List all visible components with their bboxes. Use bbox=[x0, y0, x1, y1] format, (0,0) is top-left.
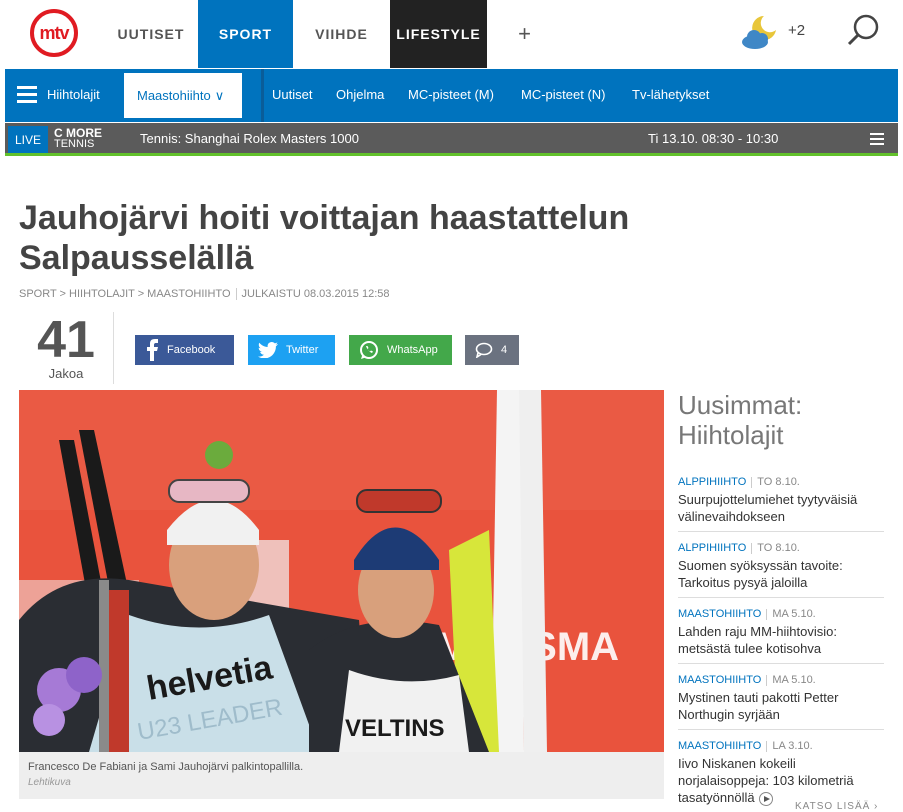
item-headline[interactable]: Mystinen tauti pakotti Petter Northugin … bbox=[678, 689, 884, 723]
item-headline[interactable]: Lahden raju MM-hiihtovisio: metsästä tul… bbox=[678, 623, 884, 657]
share-label: Jakoa bbox=[48, 366, 84, 381]
whatsapp-icon bbox=[360, 341, 378, 359]
list-item[interactable]: ALPPIHIIHTO TO 8.10. Suomen syöksyssän ta… bbox=[678, 532, 884, 598]
photo-credit: Lehtikuva bbox=[28, 777, 71, 788]
photo-caption: Francesco De Fabiani ja Sami Jauhojärvi … bbox=[19, 752, 664, 799]
section-label[interactable]: Hiihtolajit bbox=[47, 87, 100, 102]
item-date: TO 8.10. bbox=[746, 476, 800, 488]
bib-text-right: VELTINS bbox=[345, 715, 445, 742]
article-title: Jauhojärvi hoiti voittajan haastattelun … bbox=[19, 199, 630, 277]
subnav-link-mc-m[interactable]: MC-pisteet (M) bbox=[408, 87, 494, 102]
article-meta: SPORT > HIIHTOLAJIT > MAASTOHIIHTO JULKAI… bbox=[19, 288, 390, 301]
hamburger-menu-icon[interactable] bbox=[17, 86, 37, 107]
latest-sidebar: Uusimmat: Hiihtolajit ALPPIHIIHTO TO 8.10… bbox=[678, 390, 884, 812]
subnav-link-ohjelma[interactable]: Ohjelma bbox=[336, 87, 384, 102]
divider bbox=[261, 69, 264, 122]
comment-bubble-icon bbox=[475, 342, 493, 358]
facebook-icon bbox=[147, 339, 158, 361]
item-date: MA 5.10. bbox=[761, 674, 815, 686]
item-date: LA 3.10. bbox=[761, 740, 812, 752]
facebook-label: Facebook bbox=[167, 344, 216, 356]
nav-more-button[interactable]: + bbox=[505, 0, 545, 68]
facebook-share-button[interactable]: Facebook bbox=[135, 335, 234, 365]
item-category[interactable]: MAASTOHIIHTO bbox=[678, 740, 761, 752]
whatsapp-share-button[interactable]: WhatsApp bbox=[349, 335, 452, 365]
see-more-link[interactable]: KATSO LISÄÄ › bbox=[795, 801, 878, 812]
list-item[interactable]: ALPPIHIIHTO TO 8.10. Suurpujottelumiehet … bbox=[678, 466, 884, 532]
subnav-link-mc-n[interactable]: MC-pisteet (N) bbox=[521, 87, 606, 102]
breadcrumb[interactable]: SPORT > HIIHTOLAJIT > MAASTOHIIHTO bbox=[19, 288, 231, 300]
item-headline[interactable]: Suomen syöksyssän tavoite: Tarkoitus pys… bbox=[678, 557, 884, 591]
twitter-icon bbox=[258, 342, 278, 358]
podium-photo: VIESSMA helvetia U23 LEADER VELTINS bbox=[19, 390, 664, 752]
comments-button[interactable]: 4 bbox=[465, 335, 519, 365]
item-headline[interactable]: Suurpujottelumiehet tyytyväisiä välineva… bbox=[678, 491, 884, 525]
logo-text: mtv bbox=[39, 22, 69, 43]
subnav-link-uutiset[interactable]: Uutiset bbox=[272, 87, 312, 102]
item-headline[interactable]: Iivo Niskanen kokeili norjalaisoppeja: 1… bbox=[678, 755, 884, 806]
divider bbox=[113, 312, 114, 384]
ticker-menu-icon[interactable] bbox=[870, 133, 884, 148]
article-photo[interactable]: VIESSMA helvetia U23 LEADER VELTINS bbox=[19, 390, 664, 752]
published-date: JULKAISTU 08.03.2015 12:58 bbox=[241, 288, 390, 300]
twitter-label: Twitter bbox=[286, 344, 319, 356]
item-category[interactable]: ALPPIHIIHTO bbox=[678, 542, 746, 554]
share-count: 41 Jakoa bbox=[20, 314, 112, 381]
temperature: +2 bbox=[788, 22, 806, 39]
weather-moon-cloud-icon[interactable] bbox=[740, 12, 780, 52]
share-number: 41 bbox=[37, 311, 95, 369]
sidebar-title: Uusimmat: Hiihtolajit bbox=[678, 390, 803, 450]
nav-lifestyle[interactable]: LIFESTYLE bbox=[390, 0, 487, 68]
dropdown-value: Maastohiihto bbox=[137, 88, 211, 103]
item-category[interactable]: MAASTOHIIHTO bbox=[678, 608, 761, 620]
whatsapp-label: WhatsApp bbox=[387, 344, 438, 356]
subnav-link-tv[interactable]: Tv-lähetykset bbox=[632, 87, 709, 102]
top-navigation: mtv UUTISET SPORT VIIHDE LIFESTYLE + +2 bbox=[0, 0, 903, 68]
twitter-share-button[interactable]: Twitter bbox=[248, 335, 335, 365]
nav-uutiset[interactable]: UUTISET bbox=[104, 0, 198, 68]
cmore-tennis-logo: C MORE TENNIS bbox=[54, 127, 102, 150]
item-category[interactable]: MAASTOHIIHTO bbox=[678, 674, 761, 686]
item-date: MA 5.10. bbox=[761, 608, 815, 620]
search-icon[interactable] bbox=[846, 12, 882, 48]
list-item[interactable]: MAASTOHIIHTO MA 5.10. Mystinen tauti pako… bbox=[678, 664, 884, 730]
mtv-logo[interactable]: mtv bbox=[30, 9, 78, 57]
live-badge: LIVE bbox=[8, 126, 48, 153]
item-category[interactable]: ALPPIHIIHTO bbox=[678, 476, 746, 488]
live-title[interactable]: Tennis: Shanghai Rolex Masters 1000 bbox=[140, 131, 359, 146]
section-navigation: Hiihtolajit Maastohiihto ∨ Uutiset Ohjel… bbox=[5, 69, 898, 122]
chevron-down-icon: ∨ bbox=[214, 87, 225, 103]
caption-text: Francesco De Fabiani ja Sami Jauhojärvi … bbox=[28, 761, 304, 773]
live-ticker[interactable]: LIVE C MORE TENNIS Tennis: Shanghai Role… bbox=[5, 123, 898, 156]
item-date: TO 8.10. bbox=[746, 542, 800, 554]
play-video-icon[interactable] bbox=[758, 791, 773, 806]
list-item[interactable]: MAASTOHIIHTO MA 5.10. Lahden raju MM-hiih… bbox=[678, 598, 884, 664]
comment-count: 4 bbox=[501, 344, 508, 356]
brand-bottom: TENNIS bbox=[54, 138, 95, 150]
nav-sport[interactable]: SPORT bbox=[198, 0, 293, 68]
live-time: Ti 13.10. 08:30 - 10:30 bbox=[648, 131, 779, 146]
nav-viihde[interactable]: VIIHDE bbox=[293, 0, 390, 68]
list-item[interactable]: MAASTOHIIHTO LA 3.10. Iivo Niskanen kokei… bbox=[678, 730, 884, 812]
subsection-dropdown[interactable]: Maastohiihto ∨ bbox=[124, 73, 242, 118]
